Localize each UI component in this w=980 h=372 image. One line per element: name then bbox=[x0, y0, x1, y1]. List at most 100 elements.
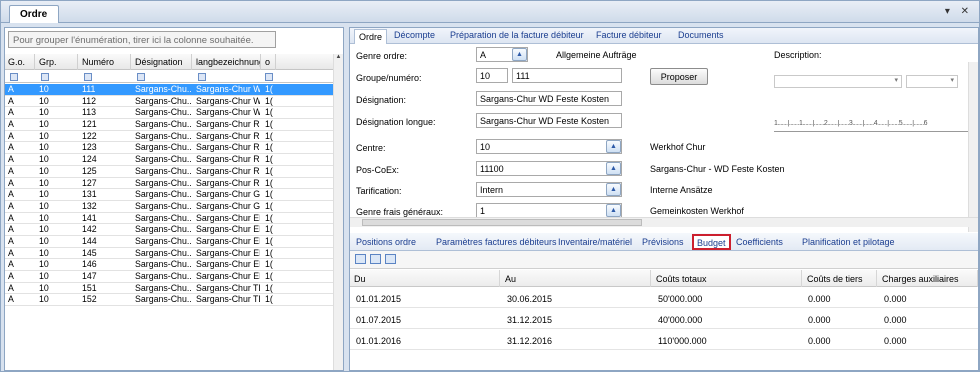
label-pos-coex: Pos-CoEx: bbox=[356, 165, 400, 175]
proposer-button[interactable]: Proposer bbox=[650, 68, 708, 85]
table-row[interactable]: A 10 122 Sargans-Chu... Sargans-Chur RE... 1( bbox=[5, 131, 335, 143]
scroll-up-icon[interactable]: ▲ bbox=[334, 54, 343, 60]
cell-langbezeichnung: Sargans-Chur EM... bbox=[196, 235, 260, 246]
description-scrollbar[interactable] bbox=[968, 62, 978, 232]
filter-icon[interactable] bbox=[137, 73, 145, 81]
col-header-designation[interactable]: Désignation bbox=[132, 54, 192, 70]
lookup-icon[interactable]: ▲ bbox=[512, 48, 527, 61]
cell-o: 1( bbox=[265, 235, 273, 246]
col-header-o[interactable]: o bbox=[262, 54, 276, 70]
numero-field[interactable]: 111 bbox=[512, 68, 622, 83]
pos-coex-field[interactable]: 11100 bbox=[476, 161, 622, 176]
filter-icon[interactable] bbox=[198, 73, 206, 81]
table-row[interactable]: A 10 131 Sargans-Chu... Sargans-Chur GR... 1( bbox=[5, 189, 335, 201]
tab-decompte[interactable]: Décompte bbox=[394, 30, 435, 40]
cell-numero: 145 bbox=[82, 247, 97, 258]
cell-go: A bbox=[8, 271, 14, 281]
tab-positions-ordre[interactable]: Positions ordre bbox=[356, 237, 416, 247]
cell-langbezeichnung: Sargans-Chur GR... bbox=[196, 189, 260, 200]
tab-facture-debiteur[interactable]: Facture débiteur bbox=[596, 30, 662, 40]
table-row[interactable]: 01.01.2016 31.12.2016 110'000.000 0.000 … bbox=[350, 330, 978, 350]
table-row[interactable]: A 10 152 Sargans-Chu... Sargans-Chur TD... 1( bbox=[5, 294, 335, 307]
col-header-couts-tiers[interactable]: Coûts de tiers bbox=[803, 270, 877, 287]
cell-langbezeichnung: Sargans-Chur WD... bbox=[196, 107, 260, 118]
cell-grp: 10 bbox=[39, 154, 49, 165]
tab-preparation-facture[interactable]: Préparation de la facture débiteur bbox=[450, 30, 584, 40]
table-row[interactable]: A 10 142 Sargans-Chu... Sargans-Chur EM... 1( bbox=[5, 224, 335, 236]
tab-inventaire[interactable]: Inventaire/matériel bbox=[558, 237, 632, 247]
cell-langbezeichnung: Sargans-Chur EM... bbox=[196, 212, 260, 223]
tab-documents[interactable]: Documents bbox=[678, 30, 724, 40]
edit-row-icon[interactable] bbox=[370, 254, 381, 264]
cell-du: 01.07.2015 bbox=[356, 315, 402, 325]
filter-icon[interactable] bbox=[84, 73, 92, 81]
delete-row-icon[interactable] bbox=[385, 254, 396, 264]
lookup-icon[interactable]: ▲ bbox=[606, 204, 621, 217]
tab-previsions[interactable]: Prévisions bbox=[642, 237, 684, 247]
table-row[interactable]: A 10 144 Sargans-Chu... Sargans-Chur EM... 1( bbox=[5, 236, 335, 248]
table-row[interactable]: 01.07.2015 31.12.2015 40'000.000 0.000 0… bbox=[350, 309, 978, 329]
centre-field[interactable]: 10 bbox=[476, 139, 622, 154]
table-row[interactable]: A 10 145 Sargans-Chu... Sargans-Chur EM... 1( bbox=[5, 248, 335, 260]
cell-go: A bbox=[8, 235, 14, 246]
lookup-icon[interactable]: ▲ bbox=[606, 140, 621, 153]
form-horizontal-scrollbar[interactable] bbox=[350, 217, 978, 227]
lookup-icon[interactable]: ▲ bbox=[606, 162, 621, 175]
tarification-field[interactable]: Intern bbox=[476, 182, 622, 197]
table-row[interactable]: A 10 125 Sargans-Chu... Sargans-Chur RE... 1( bbox=[5, 166, 335, 178]
cell-numero: 125 bbox=[82, 165, 97, 176]
tab-ordre[interactable]: Ordre bbox=[354, 29, 388, 44]
col-header-go[interactable]: G.o. bbox=[5, 54, 35, 70]
groupe-field[interactable]: 10 bbox=[476, 68, 508, 83]
table-row[interactable]: 01.01.2015 30.06.2015 50'000.000 0.000 0… bbox=[350, 288, 978, 308]
col-header-langbezeichnung[interactable]: langbezeichnung bbox=[193, 54, 261, 70]
table-row[interactable]: A 10 124 Sargans-Chu... Sargans-Chur RE... 1( bbox=[5, 154, 335, 166]
cell-go: A bbox=[8, 212, 14, 223]
cell-grp: 10 bbox=[39, 235, 49, 246]
table-row[interactable]: A 10 132 Sargans-Chu... Sargans-Chur GR... 1( bbox=[5, 201, 335, 213]
table-row[interactable]: A 10 127 Sargans-Chu... Sargans-Chur RE... 1( bbox=[5, 178, 335, 190]
table-row[interactable]: A 10 146 Sargans-Chu... Sargans-Chur EM... 1( bbox=[5, 259, 335, 271]
col-header-numero[interactable]: Numéro bbox=[79, 54, 131, 70]
group-by-drop-area[interactable]: Pour grouper l'énumération, tirer ici la… bbox=[8, 31, 276, 48]
designation-longue-field[interactable]: Sargans-Chur WD Feste Kosten bbox=[476, 113, 622, 128]
col-header-du[interactable]: Du bbox=[350, 270, 500, 287]
cell-o: 1( bbox=[265, 224, 273, 235]
cell-go: A bbox=[8, 200, 14, 211]
tab-coefficients[interactable]: Coefficients bbox=[736, 237, 783, 247]
table-row[interactable]: A 10 147 Sargans-Chu... Sargans-Chur EM... 1( bbox=[5, 271, 335, 283]
cell-designation: Sargans-Chu... bbox=[135, 294, 191, 305]
filter-icon[interactable] bbox=[41, 73, 49, 81]
tab-budget[interactable]: Budget bbox=[692, 234, 731, 250]
filter-icon[interactable] bbox=[10, 73, 18, 81]
tab-planification[interactable]: Planification et pilotage bbox=[802, 237, 895, 247]
order-list-scrollbar[interactable]: ▲ bbox=[333, 54, 343, 370]
size-combo[interactable]: ▾ bbox=[906, 75, 958, 88]
table-row[interactable]: A 10 112 Sargans-Chu... Sargans-Chur WD... 1( bbox=[5, 96, 335, 108]
window-controls[interactable]: ▾ ✕ bbox=[945, 6, 973, 17]
col-header-grp[interactable]: Grp. bbox=[36, 54, 78, 70]
table-row[interactable]: A 10 111 Sargans-Chu... Sargans-Chur WD... 1( bbox=[5, 84, 335, 96]
table-row[interactable]: A 10 113 Sargans-Chu... Sargans-Chur WD... 1( bbox=[5, 107, 335, 120]
add-row-icon[interactable] bbox=[355, 254, 366, 264]
cell-langbezeichnung: Sargans-Chur RE... bbox=[196, 142, 260, 153]
genre-frais-field[interactable]: 1 bbox=[476, 203, 622, 218]
cell-o: 1( bbox=[265, 130, 273, 141]
col-header-couts-totaux[interactable]: Coûts totaux bbox=[652, 270, 802, 287]
table-row[interactable]: A 10 121 Sargans-Chu... Sargans-Chur RE... 1( bbox=[5, 119, 335, 131]
font-combo[interactable]: ▾ bbox=[774, 75, 902, 88]
tab-parametres-factures[interactable]: Paramètres factures débiteurs bbox=[436, 237, 557, 247]
table-row[interactable]: A 10 141 Sargans-Chu... Sargans-Chur EM... 1( bbox=[5, 213, 335, 225]
filter-icon[interactable] bbox=[265, 73, 273, 81]
table-row[interactable]: A 10 123 Sargans-Chu... Sargans-Chur RE... 1( bbox=[5, 142, 335, 155]
cell-langbezeichnung: Sargans-Chur RE... bbox=[196, 165, 260, 176]
col-header-au[interactable]: Au bbox=[501, 270, 651, 287]
doc-tab-ordre[interactable]: Ordre bbox=[9, 5, 59, 23]
centre-description: Werkhof Chur bbox=[650, 142, 706, 152]
table-row[interactable]: A 10 151 Sargans-Chu... Sargans-Chur TD... 1( bbox=[5, 283, 335, 295]
col-header-charges-aux[interactable]: Charges auxiliaires bbox=[878, 270, 978, 287]
lookup-icon[interactable]: ▲ bbox=[606, 183, 621, 196]
scroll-thumb[interactable] bbox=[362, 219, 642, 226]
designation-field[interactable]: Sargans-Chur WD Feste Kosten bbox=[476, 91, 622, 106]
cell-go: A bbox=[8, 95, 14, 106]
